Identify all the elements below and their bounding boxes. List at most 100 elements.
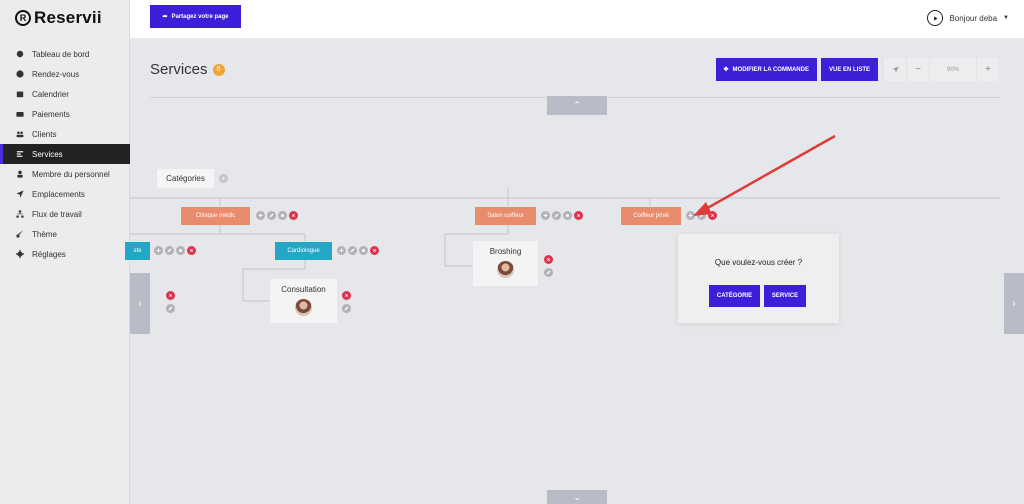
settings-icon[interactable] [176, 246, 185, 255]
topbar: ➦ Partagez votre page Bonjour deba ▼ [130, 0, 1024, 38]
sidebar-item-label: Thème [32, 229, 57, 239]
add-icon[interactable] [337, 246, 346, 255]
wallet-icon [16, 112, 24, 117]
create-category-button[interactable]: CATÉGORIE [709, 285, 760, 307]
category-actions [541, 211, 583, 220]
toolbar: ✥ MODIFIER LA COMMANDE VUE EN LISTE − 90… [715, 58, 999, 81]
sidebar: R Reservii Tableau de bord Rendez-vous C… [0, 0, 130, 504]
create-service-button[interactable]: SERVICE [764, 285, 806, 307]
chevron-left-icon: ‹ [138, 297, 142, 310]
popover-question: Que voulez-vous créer ? [714, 258, 803, 267]
service-card-consultation[interactable]: Consultation [270, 279, 337, 323]
sidebar-item-label: Paiements [32, 109, 70, 119]
delete-icon[interactable] [370, 246, 379, 255]
subcategory-node-cardiologue[interactable]: Cardiologue [275, 242, 332, 260]
category-node-salon-coiffeur[interactable]: Salon coiffeur [475, 207, 536, 225]
delete-icon[interactable] [166, 291, 175, 300]
zoom-in-button[interactable]: + [976, 58, 999, 81]
category-actions [686, 211, 717, 220]
user-icon [17, 170, 23, 178]
service-name: Consultation [281, 285, 326, 294]
sidebar-item-membre-du-personnel[interactable]: Membre du personnel [0, 164, 130, 184]
category-actions [256, 211, 298, 220]
service-name: Broshing [489, 247, 522, 256]
add-icon[interactable] [154, 246, 163, 255]
page-title: Services 6 [150, 61, 225, 78]
edit-icon[interactable] [166, 304, 175, 313]
pan-left-button[interactable]: ‹ [130, 273, 150, 334]
scroll-up-button[interactable]: ⌃ [547, 96, 607, 115]
brand-name: Reservii [34, 8, 102, 27]
sidebar-item-calendrier[interactable]: Calendrier [0, 84, 130, 104]
category-node-clinique[interactable]: Clinique médic [181, 207, 250, 225]
delete-icon[interactable] [574, 211, 583, 220]
sidebar-item-label: Membre du personnel [32, 169, 110, 179]
edit-icon[interactable] [267, 211, 276, 220]
share-page-label: Partagez votre page [171, 13, 229, 20]
edit-icon[interactable] [544, 268, 553, 277]
service-card-broshing[interactable]: Broshing [473, 241, 538, 286]
pan-right-button[interactable]: › [1004, 273, 1024, 334]
add-icon[interactable] [686, 211, 695, 220]
list-icon [16, 151, 24, 157]
share-page-button[interactable]: ➦ Partagez votre page [150, 5, 241, 28]
sidebar-item-theme[interactable]: Thème [0, 224, 130, 244]
edit-icon[interactable] [342, 304, 351, 313]
cog-icon [16, 250, 24, 258]
service-actions [166, 291, 175, 313]
zoom-level: 90% [929, 58, 976, 81]
sidebar-item-clients[interactable]: Clients [0, 124, 130, 144]
sidebar-item-paiements[interactable]: Paiements [0, 104, 130, 124]
brand-logo[interactable]: R Reservii [15, 8, 102, 28]
add-icon[interactable] [256, 211, 265, 220]
delete-icon[interactable] [708, 211, 717, 220]
brush-icon [16, 230, 24, 238]
sidebar-item-emplacements[interactable]: Emplacements [0, 184, 130, 204]
chevron-down-icon: ⌄ [573, 491, 581, 502]
service-actions [544, 255, 553, 277]
gauge-icon [16, 50, 24, 58]
sidebar-item-flux-de-travail[interactable]: Flux de travail [0, 204, 130, 224]
sidebar-item-rendez-vous[interactable]: Rendez-vous [0, 64, 130, 84]
settings-icon[interactable] [359, 246, 368, 255]
add-icon[interactable] [541, 211, 550, 220]
subcategory-node-partial[interactable]: ste [125, 242, 150, 260]
page-title-text: Services [150, 61, 208, 78]
edit-icon[interactable] [348, 246, 357, 255]
sidebar-item-label: Flux de travail [32, 209, 82, 219]
edit-icon[interactable] [552, 211, 561, 220]
services-count-badge: 6 [212, 63, 225, 76]
category-node-coiffeur-prive[interactable]: Coiffeur privé [621, 207, 681, 225]
delete-icon[interactable] [187, 246, 196, 255]
sidebar-nav: Tableau de bord Rendez-vous Calendrier P… [0, 44, 130, 264]
sidebar-item-label: Emplacements [32, 189, 85, 199]
modify-order-button[interactable]: ✥ MODIFIER LA COMMANDE [715, 58, 817, 81]
scroll-down-button[interactable]: ⌄ [547, 490, 607, 504]
categories-root-node[interactable]: Catégories [157, 169, 214, 188]
delete-icon[interactable] [289, 211, 298, 220]
move-icon: ✥ [723, 67, 729, 73]
sidebar-item-label: Services [32, 149, 63, 159]
sidebar-item-tableau-de-bord[interactable]: Tableau de bord [0, 44, 130, 64]
app-root: R Reservii Tableau de bord Rendez-vous C… [0, 0, 1024, 504]
sidebar-item-label: Réglages [32, 249, 66, 259]
edit-icon[interactable] [165, 246, 174, 255]
location-arrow-icon [891, 66, 899, 73]
delete-icon[interactable] [342, 291, 351, 300]
zoom-out-button[interactable]: − [906, 58, 929, 81]
settings-icon[interactable] [563, 211, 572, 220]
sidebar-item-reglages[interactable]: Réglages [0, 244, 130, 264]
settings-icon[interactable] [278, 211, 287, 220]
edit-icon[interactable] [697, 211, 706, 220]
list-view-button[interactable]: VUE EN LISTE [820, 58, 878, 81]
chevron-down-icon: ▼ [1003, 15, 1009, 21]
delete-icon[interactable] [544, 255, 553, 264]
service-actions [342, 291, 351, 313]
add-category-icon[interactable]: + [219, 174, 228, 183]
sidebar-item-label: Clients [32, 129, 57, 139]
subcategory-actions [154, 246, 196, 255]
user-menu[interactable]: Bonjour deba ▼ [927, 10, 1009, 26]
recenter-button[interactable] [883, 58, 906, 81]
sitemap-icon [16, 210, 24, 218]
sidebar-item-services[interactable]: Services [0, 144, 130, 164]
